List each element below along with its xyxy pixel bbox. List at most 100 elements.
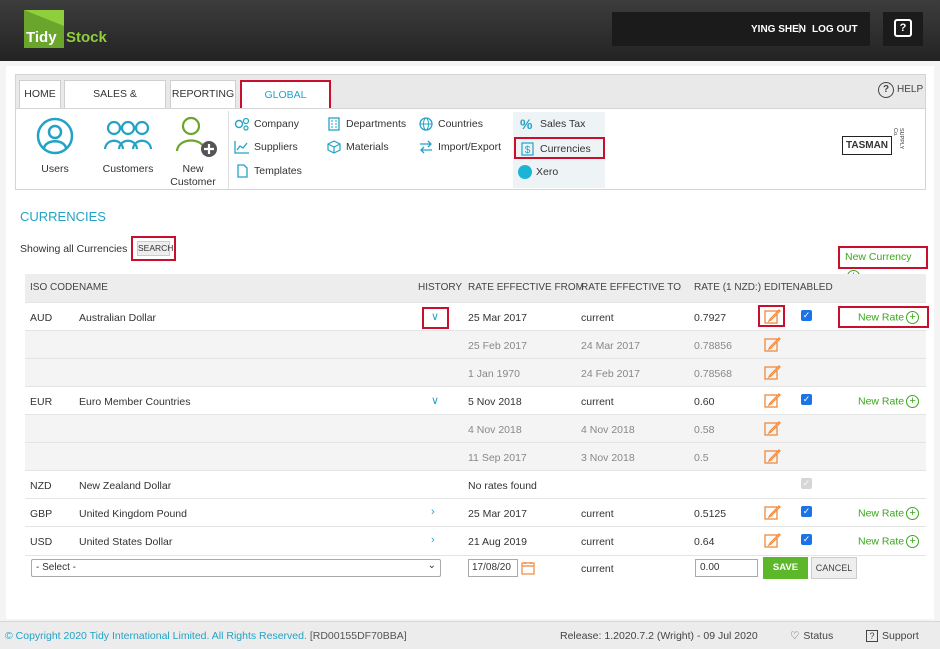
status-link[interactable]: ♡ Status (790, 630, 833, 642)
ribbon-departments[interactable]: Departments (326, 117, 406, 131)
cancel-button[interactable]: CANCEL (811, 557, 857, 579)
release-info: Release: 1.2020.7.2 (Wright) - 09 Jul 20… (560, 630, 758, 642)
edit-icon[interactable] (764, 392, 781, 409)
new-rate-button[interactable]: New Rate + (858, 395, 920, 408)
cell-iso: GBP (30, 508, 53, 520)
th-history: HISTORY (418, 282, 463, 293)
cell-to: 3 Nov 2018 (581, 452, 635, 464)
cell-from: 1 Jan 1970 (468, 368, 520, 380)
enabled-checkbox: ✓ (801, 478, 812, 489)
ribbon-new-customer[interactable]: New Customer (168, 115, 218, 188)
cell-rate: 0.78856 (694, 340, 732, 352)
edit-icon[interactable] (764, 420, 781, 437)
cell-name: Australian Dollar (79, 312, 157, 324)
ribbon-company[interactable]: Company (234, 117, 299, 131)
suppliers-label: Suppliers (254, 140, 298, 153)
search-button-wrap: SEARCH (131, 236, 176, 261)
enabled-checkbox[interactable]: ✓ (801, 534, 812, 545)
ribbon-currencies[interactable]: $ Currencies (514, 137, 605, 159)
copyright[interactable]: © Copyright 2020 Tidy International Limi… (5, 630, 407, 642)
ribbon-customers[interactable]: Customers (100, 117, 156, 181)
ribbon-xero[interactable]: Xero (518, 165, 558, 179)
history-highlight (422, 307, 449, 329)
cell-rate: 0.64 (694, 536, 715, 548)
ribbon-countries[interactable]: Countries (418, 117, 483, 131)
edit-icon[interactable] (764, 504, 781, 521)
new-currency-button[interactable]: New Currency+ (838, 246, 928, 283)
new-rate-button[interactable]: New Rate + (858, 535, 920, 548)
cell-rate: 0.5125 (694, 508, 727, 520)
help-link[interactable]: ? HELP (878, 82, 923, 98)
customers-icon (103, 120, 153, 150)
cell-iso: NZD (30, 480, 52, 492)
support-link[interactable]: ? Support (866, 630, 919, 642)
table-row: USD United States Dollar › 21 Aug 2019 c… (25, 526, 926, 554)
chevron-right-icon[interactable]: › (431, 534, 435, 546)
cell-to: current (581, 536, 614, 548)
calendar-icon[interactable] (521, 561, 535, 575)
departments-label: Departments (346, 117, 407, 130)
user-box: YING SHEN | LOG OUT (612, 12, 870, 46)
logout-link[interactable]: LOG OUT (812, 24, 858, 35)
ribbon-suppliers[interactable]: Suppliers (234, 140, 298, 154)
edit-highlight (758, 305, 785, 327)
import-export-label: Import/Export (438, 140, 502, 153)
table-row: NZD New Zealand Dollar No rates found ✓ (25, 470, 926, 498)
th-enabled: ENABLED (786, 282, 833, 293)
save-button[interactable]: SAVE (763, 557, 808, 579)
cell-name: Euro Member Countries (79, 396, 191, 408)
new-rate-button[interactable]: New Rate + (858, 507, 920, 520)
settings-ribbon: Users Customers New Customer Company Sup… (15, 108, 926, 190)
date-input[interactable]: 17/08/20 (468, 559, 518, 577)
enabled-checkbox[interactable]: ✓ (801, 506, 812, 517)
help-circle-icon: ? (878, 82, 894, 98)
currency-select[interactable]: - Select - ⌄ (31, 559, 441, 577)
sales-tax-label: Sales Tax (540, 117, 586, 130)
customers-label: Customers (102, 163, 154, 175)
tab-sales-purchases[interactable]: SALES & PURCHASES (64, 80, 166, 127)
globe-icon (419, 117, 433, 131)
logo-text-tidy: Tidy (26, 29, 57, 46)
ribbon-templates[interactable]: Templates (234, 164, 302, 178)
rate-input[interactable]: 0.00 (695, 559, 758, 577)
ribbon-users[interactable]: Users (34, 117, 76, 181)
th-rate: RATE (1 NZD:) (694, 282, 762, 293)
cell-from: 4 Nov 2018 (468, 424, 522, 436)
form-to: current (581, 563, 614, 575)
xero-label: Xero (536, 165, 559, 178)
support-label: Support (882, 630, 919, 642)
edit-icon[interactable] (764, 364, 781, 381)
cell-name: United States Dollar (79, 536, 173, 548)
heartbeat-icon: ♡ (790, 630, 800, 642)
help-button[interactable]: ? (883, 12, 923, 46)
ribbon-import-export[interactable]: Import/Export (418, 140, 501, 154)
support-icon: ? (866, 630, 878, 642)
logo-text-stock: Stock (66, 29, 107, 46)
edit-icon[interactable] (764, 448, 781, 465)
search-button[interactable]: SEARCH (137, 241, 173, 256)
ribbon-materials[interactable]: Materials (326, 140, 389, 154)
document-icon (237, 164, 248, 178)
templates-label: Templates (254, 164, 302, 177)
add-rate-form: - Select - ⌄ 17/08/20 current 0.00 SAVE C… (25, 555, 926, 583)
edit-icon[interactable] (764, 532, 781, 549)
tab-home[interactable]: HOME (19, 80, 61, 109)
tidystock-logo[interactable]: Tidy Stock (24, 10, 108, 48)
chevron-right-icon[interactable]: › (431, 506, 435, 518)
tab-reporting[interactable]: REPORTING (170, 80, 236, 109)
copyright-text: © Copyright 2020 Tidy International Limi… (5, 630, 307, 642)
enabled-checkbox[interactable]: ✓ (801, 310, 812, 321)
footer: © Copyright 2020 Tidy International Limi… (0, 621, 940, 649)
edit-icon[interactable] (764, 336, 781, 353)
tab-global-settings[interactable]: GLOBAL SETTINGS (240, 80, 331, 128)
xero-icon (518, 165, 532, 179)
showing-text: Showing all Currencies (20, 243, 128, 255)
cell-rate: 0.60 (694, 396, 715, 408)
chevron-down-icon[interactable]: ∨ (431, 394, 439, 407)
enabled-checkbox[interactable]: ✓ (801, 394, 812, 405)
table-row: GBP United Kingdom Pound › 25 Mar 2017 c… (25, 498, 926, 526)
materials-label: Materials (346, 140, 389, 153)
ribbon-sales-tax[interactable]: % Sales Tax (520, 117, 585, 131)
plus-circle-icon: + (906, 535, 920, 548)
help-label: HELP (897, 84, 924, 95)
